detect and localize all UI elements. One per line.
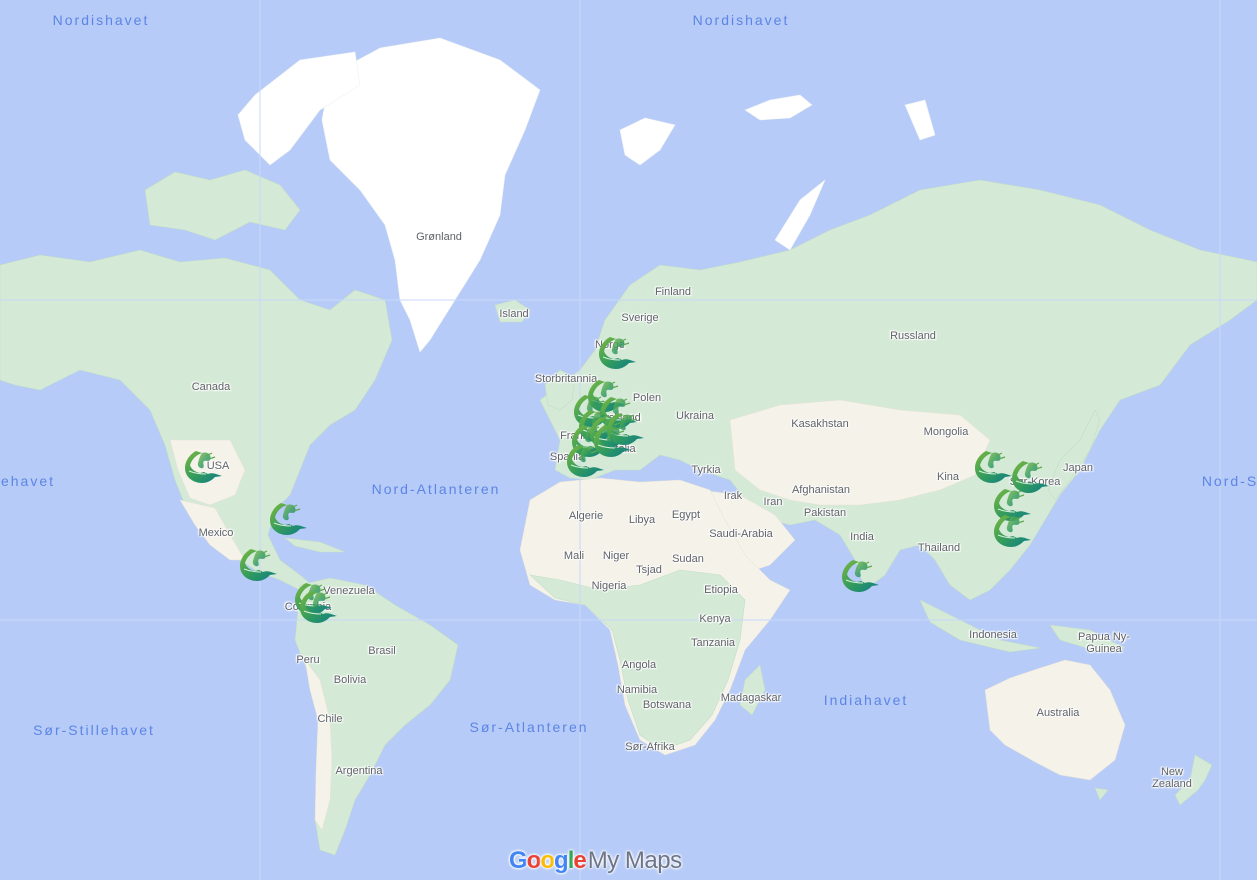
place-label[interactable]: Island: [499, 308, 528, 320]
whale-marker-icon[interactable]: [991, 511, 1033, 549]
place-label[interactable]: Tanzania: [691, 637, 735, 649]
place-label[interactable]: Thailand: [918, 542, 960, 554]
place-label[interactable]: Egypt: [672, 509, 700, 521]
brand-letter: G: [509, 847, 528, 874]
place-label[interactable]: Peru: [296, 654, 319, 666]
place-label[interactable]: Indonesia: [969, 629, 1017, 641]
place-label[interactable]: Madagaskar: [721, 692, 782, 704]
ocean-label-indian-ocean: Indiahavet: [823, 692, 909, 708]
place-label[interactable]: Sverige: [621, 312, 658, 324]
place-label[interactable]: Etiopia: [704, 584, 738, 596]
place-label[interactable]: Saudi-Arabia: [709, 528, 773, 540]
brand-letter: e: [573, 847, 586, 874]
place-label[interactable]: Botswana: [643, 699, 691, 711]
land-severnaya-zemlya: [904, 99, 936, 141]
place-label[interactable]: Mongolia: [924, 426, 969, 438]
land-franz-josef: [744, 94, 813, 121]
land-indonesia: [919, 599, 1041, 653]
place-label[interactable]: Canada: [192, 381, 231, 393]
place-label[interactable]: Sudan: [672, 553, 704, 565]
google-my-maps-logo: Google My Maps: [509, 847, 682, 877]
place-label[interactable]: Bolivia: [334, 674, 366, 686]
place-label[interactable]: Brasil: [368, 645, 396, 657]
place-label[interactable]: Tyrkia: [691, 464, 720, 476]
place-label[interactable]: Niger: [603, 550, 629, 562]
land-tasmania: [1094, 787, 1109, 801]
my-maps-wordmark: My Maps: [587, 847, 682, 874]
google-wordmark: Google: [509, 847, 587, 875]
place-label[interactable]: Pakistan: [804, 507, 846, 519]
whale-marker-icon[interactable]: [839, 556, 881, 594]
whale-marker-icon[interactable]: [297, 587, 339, 625]
ocean-label-arctic-west: Nordishavet: [52, 12, 150, 28]
land-svalbard: [619, 117, 676, 166]
place-label[interactable]: Angola: [622, 659, 656, 671]
land-madagascar: [739, 664, 766, 716]
ocean-label-pacific-north-west: ehavet: [0, 473, 56, 489]
place-label[interactable]: Namibia: [617, 684, 657, 696]
ocean-label-south-atlantic: Sør-Atlanteren: [469, 719, 589, 735]
place-label[interactable]: Grønland: [416, 231, 462, 243]
place-label[interactable]: India: [850, 531, 874, 543]
brand-letter: o: [540, 847, 555, 874]
place-label[interactable]: Afghanistan: [792, 484, 850, 496]
ocean-label-south-pacific: Sør-Stillehavet: [33, 722, 155, 738]
brand-letter: g: [554, 847, 569, 874]
place-label[interactable]: Iran: [764, 496, 783, 508]
place-label[interactable]: Australia: [1037, 707, 1080, 719]
place-label[interactable]: Chile: [317, 713, 342, 725]
place-label[interactable]: Kasakhstan: [791, 418, 848, 430]
whale-marker-icon[interactable]: [596, 333, 638, 371]
place-label[interactable]: Mexico: [199, 527, 234, 539]
place-label[interactable]: Kina: [937, 471, 959, 483]
place-label[interactable]: Finland: [655, 286, 691, 298]
place-label[interactable]: Argentina: [335, 765, 382, 777]
place-label[interactable]: Japan: [1063, 462, 1093, 474]
whale-marker-icon[interactable]: [972, 447, 1014, 485]
ocean-label-north-atlantic: Nord-Atlanteren: [371, 481, 501, 497]
brand-letter: o: [526, 847, 542, 874]
land-caribbean: [283, 537, 346, 553]
land-australia: [984, 659, 1126, 781]
place-label[interactable]: Russland: [890, 330, 936, 342]
ocean-label-arctic-east: Nordishavet: [692, 12, 790, 28]
place-label[interactable]: Irak: [724, 490, 742, 502]
place-label[interactable]: Tsjad: [636, 564, 662, 576]
place-label[interactable]: Nigeria: [592, 580, 627, 592]
land-north-america: [0, 249, 393, 591]
place-label[interactable]: Papua Ny-Guinea: [1074, 631, 1134, 655]
place-label[interactable]: Sør-Afrika: [625, 741, 675, 753]
place-label[interactable]: Mali: [564, 550, 584, 562]
land-arctic-islands-2: [144, 169, 301, 241]
place-label[interactable]: Libya: [629, 514, 655, 526]
place-label[interactable]: Ukraina: [676, 410, 714, 422]
ocean-label-pacific-north-east: Nord-S: [1201, 473, 1257, 489]
place-label[interactable]: New Zealand: [1150, 766, 1194, 790]
whale-marker-icon[interactable]: [237, 545, 279, 583]
whale-marker-icon[interactable]: [564, 441, 606, 479]
place-label[interactable]: Kenya: [699, 613, 730, 625]
whale-marker-icon[interactable]: [267, 499, 309, 537]
place-label[interactable]: Algerie: [569, 510, 603, 522]
whale-marker-icon[interactable]: [182, 447, 224, 485]
